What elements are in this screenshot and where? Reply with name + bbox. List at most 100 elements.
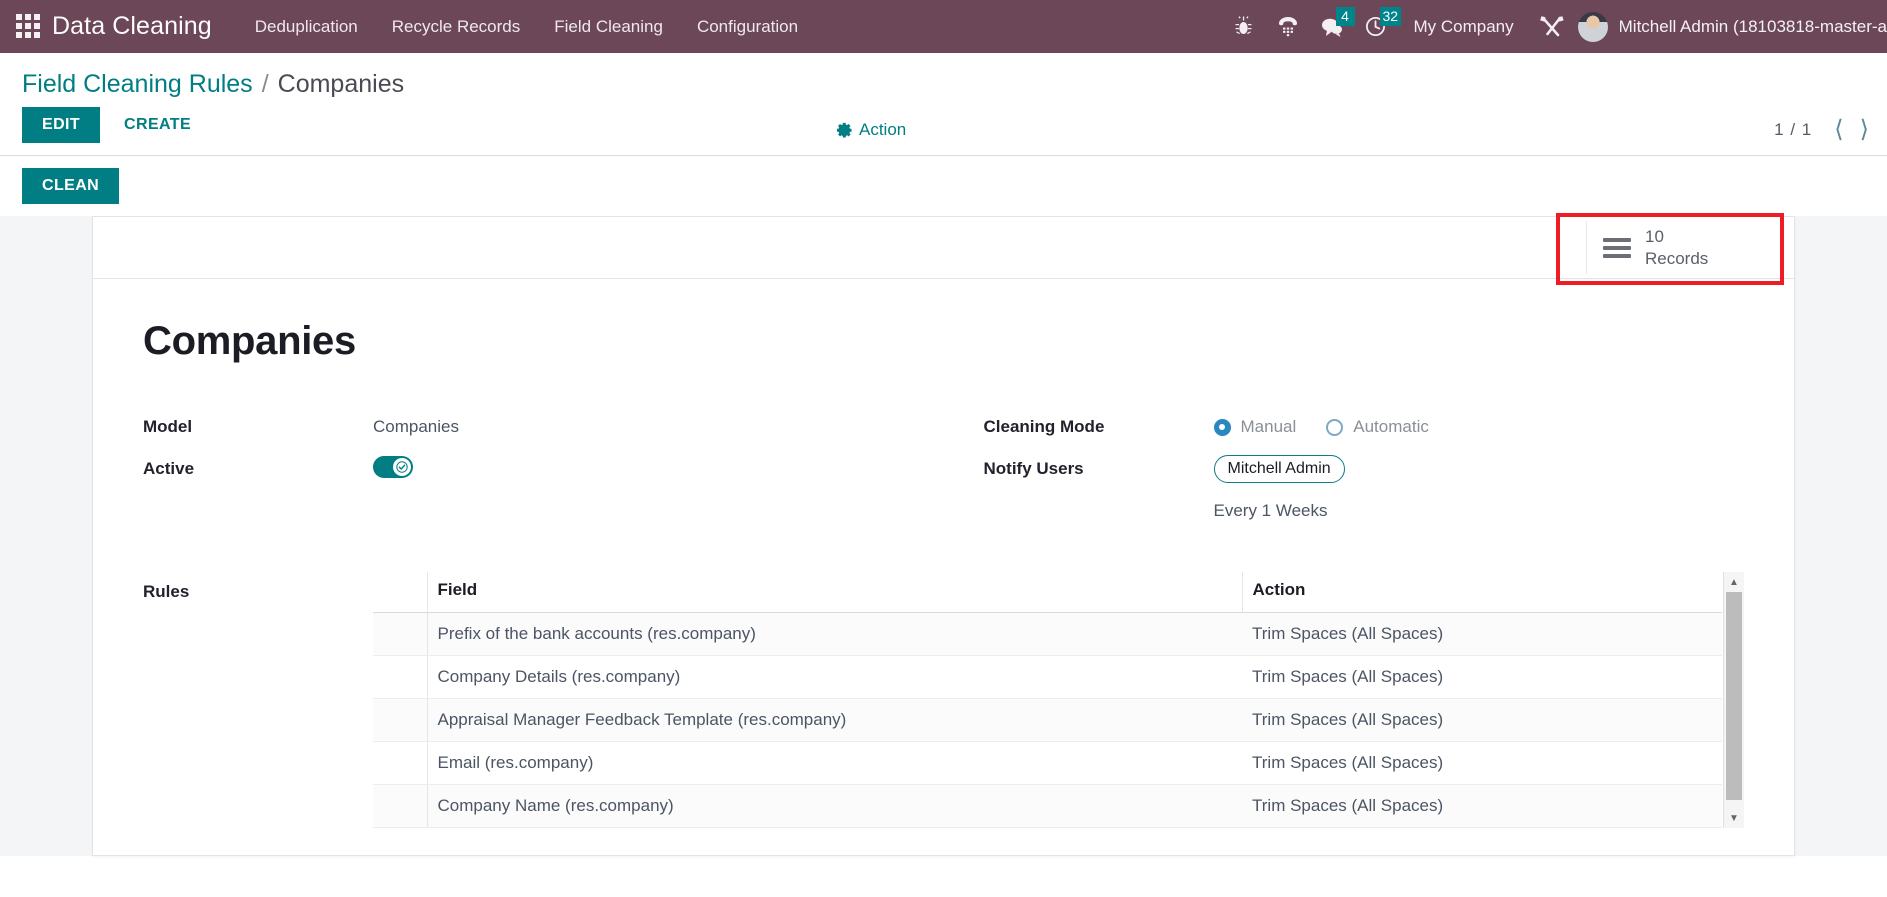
field-cleaning-mode: Cleaning Mode Manual Automatic <box>984 406 1745 448</box>
breadcrumb: Field Cleaning Rules / Companies <box>0 53 1887 105</box>
row-field: Appraisal Manager Feedback Template (res… <box>427 698 1242 742</box>
triangle-up-icon[interactable]: ▲ <box>1724 572 1744 592</box>
menu-recycle-records[interactable]: Recycle Records <box>375 0 538 53</box>
radio-automatic-label: Automatic <box>1353 417 1429 436</box>
model-value[interactable]: Companies <box>373 417 904 437</box>
smart-button-box: 10 Records <box>93 213 1794 285</box>
table-row[interactable]: Company Name (res.company) Trim Spaces (… <box>373 784 1722 828</box>
row-action: Trim Spaces (All Spaces) <box>1242 612 1722 656</box>
app-brand-title[interactable]: Data Cleaning <box>52 12 212 41</box>
row-handle[interactable] <box>373 698 428 742</box>
interval-text: Every 1 Weeks <box>1213 501 1328 520</box>
pager-counter[interactable]: 1 / 1 <box>1774 120 1812 140</box>
activities-badge: 32 <box>1379 7 1402 26</box>
menu-configuration[interactable]: Configuration <box>680 0 815 53</box>
navbar-right-tools: 4 32 My Company Mitchell Admin (18103818… <box>1222 0 1887 53</box>
rules-section: Rules Field Action Prefix of the bank ac… <box>143 572 1744 828</box>
messages-badge: 4 <box>1335 7 1355 26</box>
rules-label: Rules <box>143 582 190 601</box>
chevron-right-icon[interactable]: ⟩ <box>1852 118 1877 142</box>
model-label: Model <box>143 417 193 436</box>
row-handle[interactable] <box>373 612 428 656</box>
row-action: Trim Spaces (All Spaces) <box>1242 698 1722 742</box>
radio-automatic[interactable]: Automatic <box>1326 417 1429 437</box>
top-navbar: Data Cleaning Deduplication Recycle Reco… <box>0 0 1887 53</box>
records-smart-button[interactable]: 10 Records <box>1586 221 1776 274</box>
control-panel-buttons: EDIT CREATE Action 1 / 1 ⟨ ⟩ <box>0 105 1887 155</box>
action-menu-button[interactable]: Action <box>835 120 906 140</box>
column-handle <box>373 572 428 613</box>
menu-field-cleaning[interactable]: Field Cleaning <box>537 0 680 53</box>
row-handle[interactable] <box>373 784 428 828</box>
notify-users-label: Notify Users <box>983 459 1084 478</box>
form-field-grid: Model Companies Active Cleaning Mode Man… <box>143 406 1744 532</box>
row-field: Company Name (res.company) <box>427 784 1242 828</box>
field-interval: Every 1 Weeks <box>984 490 1745 532</box>
row-field: Prefix of the bank accounts (res.company… <box>427 612 1242 656</box>
user-menu[interactable]: Mitchell Admin (18103818-master-a <box>1574 11 1887 42</box>
voip-phone-icon[interactable] <box>1266 0 1310 53</box>
cleaning-mode-radio-group: Manual Automatic <box>1213 417 1745 437</box>
field-active: Active <box>143 448 904 490</box>
radio-manual-label: Manual <box>1240 417 1297 436</box>
form-column-left: Model Companies Active <box>143 406 904 532</box>
edit-button[interactable]: EDIT <box>22 107 101 143</box>
records-label: Records <box>1645 248 1709 268</box>
row-field: Email (res.company) <box>427 741 1242 785</box>
rules-table-scrollbar[interactable]: ▲ ▼ <box>1723 572 1744 828</box>
row-handle[interactable] <box>373 741 428 785</box>
company-switcher[interactable]: My Company <box>1398 17 1530 37</box>
radio-manual[interactable]: Manual <box>1213 417 1297 437</box>
field-model: Model Companies <box>143 406 904 448</box>
active-toggle[interactable] <box>373 455 413 478</box>
messages-icon[interactable]: 4 <box>1310 0 1355 53</box>
menu-deduplication[interactable]: Deduplication <box>238 0 375 53</box>
list-bars-icon <box>1603 237 1631 258</box>
scrollbar-thumb[interactable] <box>1726 592 1742 800</box>
row-action: Trim Spaces (All Spaces) <box>1242 741 1722 785</box>
sheet-background: 10 Records Companies Model Companies Act… <box>0 213 1887 856</box>
cleaning-mode-label: Cleaning Mode <box>983 417 1105 436</box>
row-action: Trim Spaces (All Spaces) <box>1242 655 1722 699</box>
triangle-down-icon[interactable]: ▼ <box>1724 808 1744 828</box>
activities-clock-icon[interactable]: 32 <box>1354 0 1402 53</box>
radio-empty-icon <box>1326 418 1344 436</box>
breadcrumb-separator: / <box>261 70 269 98</box>
bug-icon[interactable] <box>1222 0 1266 53</box>
create-button[interactable]: CREATE <box>108 107 207 143</box>
rules-table-wrap: Field Action Prefix of the bank accounts… <box>373 572 1744 828</box>
chevron-left-icon[interactable]: ⟨ <box>1826 118 1851 142</box>
table-row[interactable]: Appraisal Manager Feedback Template (res… <box>373 698 1722 742</box>
breadcrumb-parent-link[interactable]: Field Cleaning Rules <box>22 70 253 99</box>
form-body: Companies Model Companies Active Cleanin… <box>93 279 1794 848</box>
notify-user-tag[interactable]: Mitchell Admin <box>1213 455 1345 483</box>
avatar <box>1577 11 1608 42</box>
rules-table-body: Prefix of the bank accounts (res.company… <box>373 612 1722 828</box>
breadcrumb-current: Companies <box>277 70 405 98</box>
action-menu-label: Action <box>859 120 907 139</box>
row-field: Company Details (res.company) <box>427 655 1242 699</box>
table-row[interactable]: Email (res.company) Trim Spaces (All Spa… <box>373 741 1722 785</box>
pager: 1 / 1 ⟨ ⟩ <box>1774 118 1877 142</box>
page-title: Companies <box>143 319 356 363</box>
field-notify-users: Notify Users Mitchell Admin <box>984 448 1745 490</box>
column-field: Field <box>427 572 1242 613</box>
statusbar-buttons: CLEAN <box>0 156 1887 216</box>
table-row[interactable]: Prefix of the bank accounts (res.company… <box>373 612 1722 656</box>
form-sheet: 10 Records Companies Model Companies Act… <box>92 213 1795 856</box>
apps-grid-icon[interactable] <box>16 13 42 40</box>
rules-table: Field Action Prefix of the bank accounts… <box>373 572 1722 828</box>
user-name-label: Mitchell Admin (18103818-master-a <box>1618 16 1887 36</box>
column-action: Action <box>1241 572 1722 613</box>
active-label: Active <box>143 459 195 478</box>
table-row[interactable]: Company Details (res.company) Trim Space… <box>373 655 1722 699</box>
radio-selected-icon <box>1213 418 1231 436</box>
row-handle[interactable] <box>373 655 428 699</box>
clean-button[interactable]: CLEAN <box>22 168 120 204</box>
table-header-row: Field Action <box>373 572 1722 613</box>
row-action: Trim Spaces (All Spaces) <box>1242 784 1722 828</box>
tools-wrench-screwdriver-icon[interactable] <box>1530 0 1574 53</box>
toggle-knob-check-icon <box>393 457 411 476</box>
control-panel: Field Cleaning Rules / Companies EDIT CR… <box>0 53 1887 216</box>
records-count: 10 <box>1645 227 1664 247</box>
